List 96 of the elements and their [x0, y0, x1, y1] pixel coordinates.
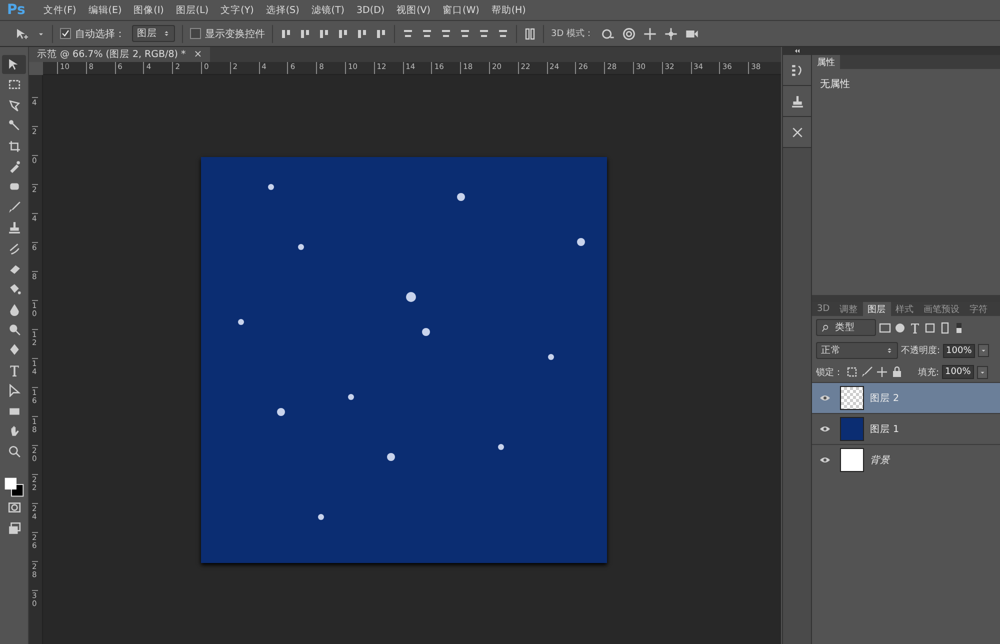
layer-row[interactable]: 背景: [812, 444, 1000, 475]
shape-filter-icon[interactable]: [924, 322, 936, 334]
checkbox[interactable]: [190, 28, 201, 39]
dropdown-button[interactable]: [976, 366, 988, 378]
align-icon[interactable]: [280, 28, 292, 40]
fill-field[interactable]: 100%: [942, 365, 974, 379]
dock-button[interactable]: [783, 117, 811, 148]
align-icon[interactable]: [337, 28, 349, 40]
magnifier-icon: [8, 323, 20, 336]
image-filter-icon[interactable]: [879, 322, 891, 334]
dashed-rectangle-icon: [8, 78, 20, 92]
align-icon[interactable]: [299, 28, 311, 40]
layer-row[interactable]: 图层 1: [812, 413, 1000, 444]
menu-item[interactable]: 窗口(W): [436, 4, 486, 16]
auto-align-icon[interactable]: [524, 28, 536, 40]
magic-wand-icon: [8, 119, 20, 132]
distribute-icon[interactable]: [421, 28, 433, 40]
align-icon[interactable]: [318, 28, 330, 40]
color-swatches-icon[interactable]: [4, 476, 24, 497]
smart-object-filter-icon[interactable]: [939, 322, 951, 334]
dock-button[interactable]: [783, 86, 811, 117]
stamp-icon: [790, 94, 804, 108]
document-tab[interactable]: 示范 @ 66.7% (图层 2, RGB/8) * ×: [29, 47, 210, 62]
mask-icon: [8, 501, 20, 514]
drag-icon[interactable]: [642, 26, 657, 40]
eyedropper-icon: [8, 160, 20, 173]
checkbox-label: 自动选择：: [75, 28, 125, 40]
check-icon: [61, 29, 70, 38]
align-icon[interactable]: [375, 28, 387, 40]
menu-item[interactable]: 选择(S): [260, 4, 306, 16]
brush-icon: [8, 200, 20, 214]
rotate-3d-icon[interactable]: [600, 26, 615, 40]
menu-item[interactable]: 文件(F): [37, 4, 82, 16]
history-icon: [790, 64, 804, 76]
mode-label: 3D 模式：: [551, 28, 594, 40]
lock-pixels-icon[interactable]: [846, 366, 858, 378]
distribute-icon[interactable]: [497, 28, 509, 40]
layer-name: 图层 1: [870, 422, 900, 436]
menu-item[interactable]: 编辑(E): [82, 4, 128, 16]
caret-icon: [980, 347, 987, 354]
checkbox[interactable]: [60, 28, 71, 39]
menu-item[interactable]: 3D(D): [350, 4, 391, 16]
adjustment-filter-icon[interactable]: [894, 322, 906, 334]
panel-tab[interactable]: 图层: [862, 302, 891, 316]
filter-toggle-icon[interactable]: [954, 322, 964, 334]
fill-label: 填充:: [918, 366, 940, 378]
pen-nib-icon: [8, 343, 20, 356]
opacity-field[interactable]: 100%: [943, 344, 975, 358]
tool-button[interactable]: [2, 55, 26, 74]
layer-name: 背景: [870, 454, 890, 466]
menu-item[interactable]: 文字(Y): [214, 4, 260, 16]
search-icon: [821, 324, 829, 332]
distribute-icon[interactable]: [459, 28, 471, 40]
paint-bucket-icon: [8, 282, 20, 296]
lock-icon[interactable]: [891, 366, 903, 378]
distribute-icon[interactable]: [402, 28, 414, 40]
app-logo: Ps: [6, 2, 26, 18]
dropdown-button[interactable]: [978, 344, 989, 357]
dock-button[interactable]: [783, 55, 811, 86]
menu-item[interactable]: 图像(I): [128, 4, 170, 16]
move-arrow-icon: [8, 58, 20, 71]
close-button[interactable]: ×: [194, 49, 202, 60]
updown-icon: [163, 29, 170, 38]
lock-paint-icon[interactable]: [861, 366, 873, 378]
crop-icon: [8, 140, 20, 153]
menu-item[interactable]: 滤镜(T): [305, 4, 350, 16]
align-icon[interactable]: [356, 28, 368, 40]
filter-select[interactable]: 类型: [816, 319, 876, 336]
menu-item[interactable]: 帮助(H): [485, 4, 532, 16]
distribute-icon[interactable]: [440, 28, 452, 40]
move-tool-icon[interactable]: [14, 28, 30, 40]
type-icon: [8, 364, 20, 377]
lock-label: 锁定：: [816, 366, 843, 378]
history-brush-icon: [8, 242, 20, 255]
type-filter-icon[interactable]: [909, 322, 921, 334]
tools-icon: [790, 126, 804, 138]
opacity-label: 不透明度:: [901, 344, 940, 357]
blend-mode-select[interactable]: 正常: [816, 342, 898, 359]
menu-item[interactable]: 视图(V): [390, 4, 437, 16]
slide-icon[interactable]: [664, 26, 678, 40]
zoom-icon: [8, 445, 20, 458]
panel-tab[interactable]: 属性: [812, 55, 840, 69]
lock-position-icon[interactable]: [876, 366, 888, 378]
pointer-icon: [8, 384, 20, 398]
menu-item[interactable]: 图层(L): [170, 4, 215, 16]
roll-icon[interactable]: [622, 26, 636, 40]
drop-icon: [8, 302, 20, 316]
layer-row[interactable]: 图层 2: [812, 382, 1000, 413]
updown-icon: [886, 346, 893, 355]
layer-name: 图层 2: [870, 392, 900, 404]
screen-mode-icon: [8, 522, 20, 535]
lasso-icon: [8, 98, 20, 112]
distribute-icon[interactable]: [478, 28, 490, 40]
target-select[interactable]: 图层: [132, 25, 175, 42]
checkbox-label: 显示变换控件: [205, 28, 265, 40]
stamp-icon: [8, 221, 20, 234]
